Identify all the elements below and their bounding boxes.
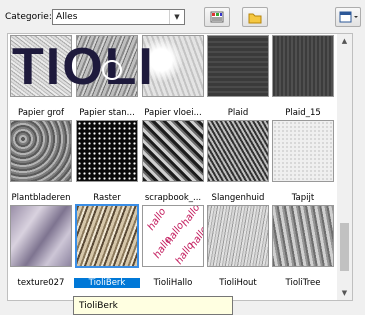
thumbnail-list-icon [210,11,224,23]
texture-label: Plaid_15 [285,108,321,118]
texture-label: TioliBerk [74,278,140,288]
texture-label: TioliHallo [153,278,193,288]
texture-label: scrapbook_... [144,193,202,203]
texture-label: Plantbladeren [11,193,71,203]
folder-button[interactable] [242,7,268,27]
texture-tile[interactable]: Papier stan... [76,35,138,118]
texture-thumbnail [272,35,334,97]
texture-tile[interactable]: Papier grof [10,35,72,118]
texture-thumbnail [10,205,72,267]
scroll-down-icon[interactable]: ▼ [337,286,352,300]
texture-label: Papier stan... [79,108,135,118]
texture-tile[interactable]: scrapbook_... [142,120,204,203]
texture-tile[interactable]: Tapijt [272,120,334,203]
texture-tile[interactable]: Papier vloei... [142,35,204,118]
texture-tile[interactable]: TioliTree [272,205,334,288]
texture-tile[interactable]: Plaid [207,35,269,118]
texture-thumbnail: hallo hallo hallo hallo hallo hallo [142,205,204,267]
texture-label: Raster [93,193,121,203]
category-dropdown[interactable]: Alles ▼ [52,9,185,25]
folder-icon [248,13,262,24]
texture-thumbnail [272,205,334,267]
texture-label: Papier vloei... [144,108,202,118]
view-menu-button[interactable] [335,7,361,27]
texture-tile[interactable]: hallo hallo hallo hallo hallo hallo TioliHallo [142,205,204,288]
scroll-thumb[interactable] [340,223,349,271]
texture-thumbnail [76,35,138,97]
texture-tile[interactable]: Raster [76,120,138,203]
texture-thumbnail [10,120,72,182]
tooltip: TioliBerk [73,296,233,315]
texture-thumbnail [10,35,72,97]
category-label: Categorie: [5,12,52,22]
texture-thumbnail [142,35,204,97]
texture-thumbnail [75,204,139,268]
view-menu-icon [339,11,358,23]
texture-thumbnail [207,35,269,97]
texture-label: Papier grof [17,108,65,118]
texture-label: Plaid [227,108,249,118]
texture-tile[interactable]: Plaid_15 [272,35,334,118]
texture-thumbnail [76,120,138,182]
texture-label: Slangenhuid [211,193,265,203]
texture-label: TioliHout [219,278,257,288]
toolbar: Categorie: Alles ▼ [0,0,365,33]
texture-thumbnail [207,205,269,267]
texture-tile[interactable]: Plantbladeren [10,120,72,203]
texture-tile[interactable]: Slangenhuid [207,120,269,203]
texture-label: TioliTree [285,278,321,288]
scroll-up-icon[interactable]: ▲ [337,34,352,48]
texture-thumbnail [272,120,334,182]
texture-tile[interactable]: TioliBerk [74,204,140,288]
texture-thumbnail [207,120,269,182]
vertical-scrollbar[interactable]: ▲ ▼ [337,34,352,300]
texture-tile[interactable]: TioliHout [207,205,269,288]
texture-grid: TioliTree TioliHout hallo hallo hallo hallo ha… [7,33,353,301]
thumbnail-list-button[interactable] [204,7,230,27]
category-value: Alles [56,12,78,22]
texture-label: Tapijt [291,193,315,203]
texture-thumbnail [142,120,204,182]
texture-label: texture027 [17,278,65,288]
texture-tile[interactable]: texture027 [10,205,72,288]
chevron-down-icon[interactable]: ▼ [169,10,184,24]
